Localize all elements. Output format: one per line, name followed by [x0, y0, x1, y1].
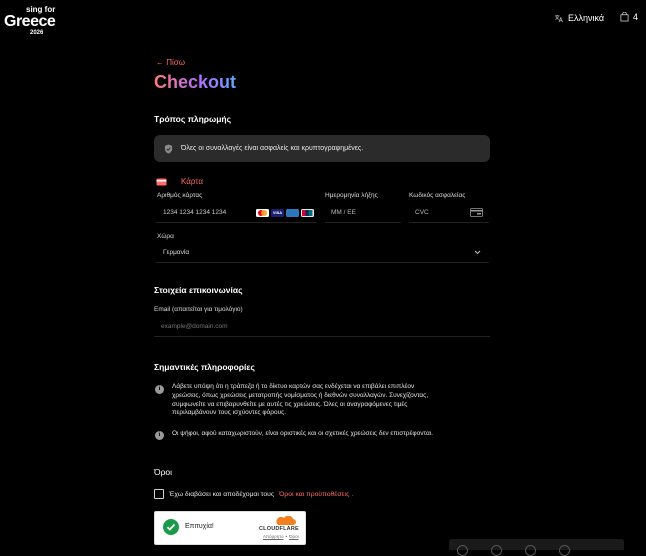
info-icon: i: [155, 385, 164, 394]
payment-method-heading: Τρόπος πληρωμής: [154, 114, 232, 124]
info-line-3: συμφωνείτε να επιβαρυνθείτε με αυτές τις…: [172, 400, 408, 408]
info-line-4: περιλαμβάνουν τους ισχύοντες φόρους.: [172, 409, 287, 417]
cvc-placeholder: CVC: [415, 209, 429, 216]
card-number-input[interactable]: 1234 1234 1234 1234 VISA: [156, 203, 316, 223]
terms-suffix: .: [351, 490, 354, 498]
terms-row: Έχω διαβάσει και αποδέχομαι τους Όροι κα…: [154, 489, 353, 499]
email-input[interactable]: example@domain.com: [154, 317, 490, 337]
cvc-input[interactable]: CVC: [409, 203, 489, 223]
important-info-heading: Σημαντικές πληροφορίες: [154, 362, 255, 372]
card-tab[interactable]: Κάρτα: [156, 177, 203, 186]
visa-icon: VISA: [271, 208, 284, 217]
translate-icon: [554, 14, 563, 22]
success-check-icon: [163, 519, 179, 535]
language-selector[interactable]: Ελληνικά: [554, 13, 604, 23]
captcha-status: Επιτυχία!: [185, 523, 214, 530]
cart-count: 4: [633, 12, 639, 22]
info-line-1: Λάβετε υπόψη ότι η τράπεζα ή το δίκτυο κ…: [172, 383, 415, 390]
shield-icon: [164, 144, 173, 153]
card-number-placeholder: 1234 1234 1234 1234: [163, 209, 227, 216]
back-link[interactable]: ← Πίσω: [156, 58, 185, 67]
cvc-card-icon: [470, 208, 483, 217]
expiry-label: Ημερομηνία λήξης: [325, 192, 378, 199]
mastercard-icon: [256, 208, 269, 217]
info-item-refunds: Οι ψήφοι, αφού καταχωριστούν, είναι ορισ…: [172, 430, 433, 437]
captcha-widget[interactable]: Επιτυχία! CLOUDFLARE Απόρρητο • Όροι: [154, 511, 306, 545]
shopping-bag-icon: [620, 12, 629, 22]
country-label: Χώρα: [157, 233, 174, 240]
cloudflare-brand: CLOUDFLARE: [259, 526, 299, 532]
captcha-terms-link[interactable]: Όροι: [289, 534, 299, 539]
cart-button[interactable]: 4: [620, 12, 638, 22]
terms-heading: Όροι: [154, 467, 173, 477]
unionpay-icon: [301, 208, 314, 217]
bottom-toolbar: [449, 539, 624, 556]
credit-card-icon: [156, 178, 167, 185]
page-title: Checkout: [154, 72, 237, 92]
captcha-separator: •: [285, 534, 288, 539]
toolbar-circle-icon[interactable]: [491, 545, 502, 556]
country-select[interactable]: Γερμανία: [156, 243, 489, 263]
chevron-down-icon: [474, 250, 481, 255]
info-item-fees: Λάβετε υπόψη ότι η τράπεζα ή το δίκτυο κ…: [172, 383, 492, 418]
terms-link[interactable]: Όροι και προϋποθέσεις: [279, 491, 349, 498]
terms-checkbox-text: Έχω διαβάσει και αποδέχομαι τους: [169, 490, 275, 498]
card-tab-label: Κάρτα: [181, 177, 203, 186]
card-number-label: Αριθμός κάρτας: [157, 192, 203, 199]
expiry-placeholder: MM / ΕΕ: [331, 209, 356, 216]
cvc-label: Κωδικός ασφαλείας: [409, 192, 466, 199]
captcha-links: Απόρρητο • Όροι: [263, 534, 299, 539]
toolbar-circle-icon[interactable]: [559, 545, 570, 556]
terms-checkbox[interactable]: [154, 489, 164, 499]
toolbar-circle-icon[interactable]: [525, 545, 536, 556]
email-placeholder: example@domain.com: [161, 323, 228, 330]
captcha-privacy-link[interactable]: Απόρρητο: [263, 534, 283, 539]
secure-notice-text: Όλες οι συναλλαγές είναι ασφαλείς και κρ…: [181, 145, 364, 152]
country-value: Γερμανία: [163, 249, 190, 256]
info-line-2: χρεώσεις, όπως χρεώσεις μετατροπής νομίσ…: [172, 391, 429, 399]
card-brands: VISA: [254, 208, 316, 217]
language-label: Ελληνικά: [568, 13, 605, 23]
cloudflare-cloud-icon: [276, 516, 296, 525]
secure-notice: Όλες οι συναλλαγές είναι ασφαλείς και κρ…: [154, 135, 490, 162]
logo-line-3: 2026: [30, 30, 44, 36]
amex-icon: [286, 208, 299, 217]
logo-line-2: Greece: [4, 13, 56, 30]
toolbar-circle-icon[interactable]: [457, 545, 468, 556]
contact-heading: Στοιχεία επικοινωνίας: [154, 285, 243, 295]
expiry-input[interactable]: MM / ΕΕ: [325, 203, 401, 223]
email-label: Email (απαιτείται για τιμολόγιο): [154, 306, 243, 313]
brand-logo[interactable]: sing for Greece 2026: [4, 6, 56, 37]
info-icon: i: [155, 431, 164, 440]
